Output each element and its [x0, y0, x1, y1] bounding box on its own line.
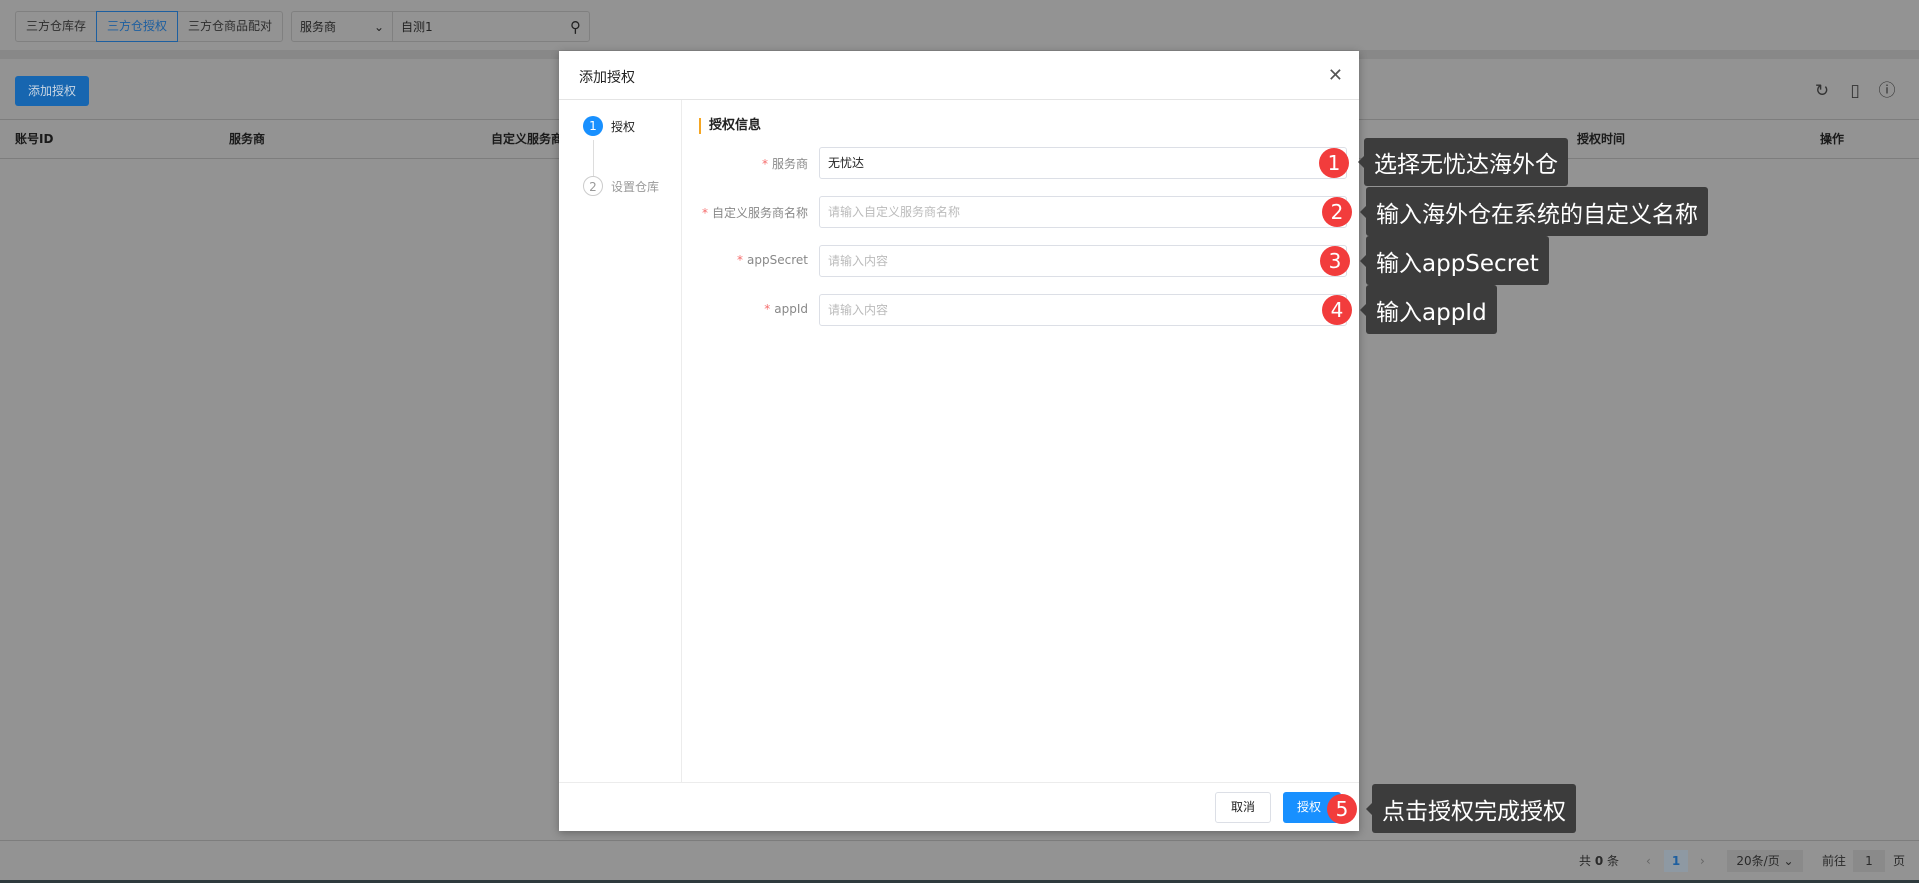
- steps-divider: [681, 100, 682, 782]
- refresh-icon[interactable]: ↻: [1811, 80, 1833, 102]
- step-2-label: 设置仓库: [611, 179, 660, 194]
- tab-authorization[interactable]: 三方仓授权: [96, 11, 179, 42]
- prev-page-icon[interactable]: ‹: [1646, 850, 1651, 872]
- header-divider: [559, 99, 1359, 100]
- search-value: 自测1: [401, 20, 433, 34]
- annotation-badge-3: 3: [1320, 246, 1350, 276]
- annotation-tooltip-1: 选择无忧达海外仓: [1358, 138, 1568, 186]
- cancel-button[interactable]: 取消: [1215, 792, 1271, 823]
- tab-inventory[interactable]: 三方仓库存: [16, 12, 96, 41]
- annotation-badge-2: 2: [1322, 197, 1352, 227]
- page-suffix: 页: [1893, 854, 1906, 868]
- footer-divider: [559, 782, 1359, 783]
- provider-label: * 服务商: [761, 157, 808, 171]
- app-secret-input[interactable]: 请输入内容: [819, 245, 1347, 277]
- app-secret-label: * appSecret: [737, 253, 808, 267]
- annotation-tooltip-4: 输入appId: [1360, 285, 1497, 334]
- annotation-tooltip-5: 点击授权完成授权: [1366, 784, 1576, 833]
- annotation-badge-4: 4: [1322, 295, 1352, 325]
- dialog-title: 添加授权: [579, 70, 635, 86]
- annotation-badge-1: 1: [1319, 148, 1349, 178]
- column-account-id: 账号ID: [15, 132, 54, 146]
- total-count: 0: [1594, 854, 1604, 868]
- step-2: 2 设置仓库: [583, 176, 659, 196]
- export-icon[interactable]: ▯: [1844, 80, 1866, 102]
- provider-select[interactable]: 服务商 ⌄: [292, 12, 393, 41]
- goto-page-input[interactable]: 1: [1853, 850, 1885, 872]
- step-2-number: 2: [583, 176, 603, 196]
- provider-select-field[interactable]: 无忧达: [819, 147, 1347, 179]
- column-provider: 服务商: [229, 132, 266, 146]
- total-suffix: 条: [1607, 854, 1620, 868]
- column-auth-time: 授权时间: [1577, 132, 1626, 146]
- column-custom-provider: 自定义服务商: [491, 132, 564, 146]
- provider-value: 无忧达: [828, 156, 865, 170]
- step-1-label: 授权: [611, 119, 636, 134]
- chevron-down-icon: ⌄: [373, 19, 384, 34]
- next-page-icon[interactable]: ›: [1700, 850, 1705, 872]
- search-input[interactable]: 自测1 ⚲: [393, 12, 589, 41]
- tab-product-pairing[interactable]: 三方仓商品配对: [178, 12, 282, 41]
- section-title: 授权信息: [699, 118, 761, 134]
- annotation-badge-5: 5: [1327, 794, 1357, 824]
- close-icon[interactable]: ✕: [1328, 65, 1343, 86]
- footer-border: [0, 840, 1919, 841]
- step-connector: [593, 140, 594, 176]
- app-id-input[interactable]: 请输入内容: [819, 294, 1347, 326]
- page-size-value: 20条/页: [1736, 854, 1780, 868]
- search-icon[interactable]: ⚲: [570, 18, 581, 36]
- step-1: 1 授权: [583, 116, 635, 136]
- pagination-total: 共 0 条: [1579, 850, 1619, 872]
- page-size-select[interactable]: 20条/页 ⌄: [1727, 850, 1803, 872]
- annotation-tooltip-3: 输入appSecret: [1360, 236, 1549, 285]
- add-authorization-dialog: 添加授权 ✕ 1 授权 2 设置仓库 授权信息 * 服务商 无忧达 * 自定义服务商…: [559, 51, 1359, 831]
- filter-bar: 服务商 ⌄ 自测1 ⚲: [291, 11, 590, 42]
- custom-name-label: * 自定义服务商名称: [701, 206, 808, 220]
- custom-name-input[interactable]: 请输入自定义服务商名称: [819, 196, 1347, 228]
- step-1-number: 1: [583, 116, 603, 136]
- top-tabs: 三方仓库存 三方仓授权 三方仓商品配对: [15, 11, 284, 42]
- total-prefix: 共: [1579, 854, 1592, 868]
- provider-select-value: 服务商: [300, 20, 337, 34]
- goto-label: 前往: [1822, 854, 1847, 868]
- app-id-label: * appId: [764, 302, 808, 316]
- column-actions: 操作: [1820, 132, 1845, 146]
- page-1-button[interactable]: 1: [1664, 850, 1688, 872]
- add-authorization-button[interactable]: 添加授权: [15, 76, 89, 106]
- annotation-tooltip-2: 输入海外仓在系统的自定义名称: [1360, 187, 1708, 236]
- help-icon[interactable]: ⓘ: [1876, 80, 1898, 102]
